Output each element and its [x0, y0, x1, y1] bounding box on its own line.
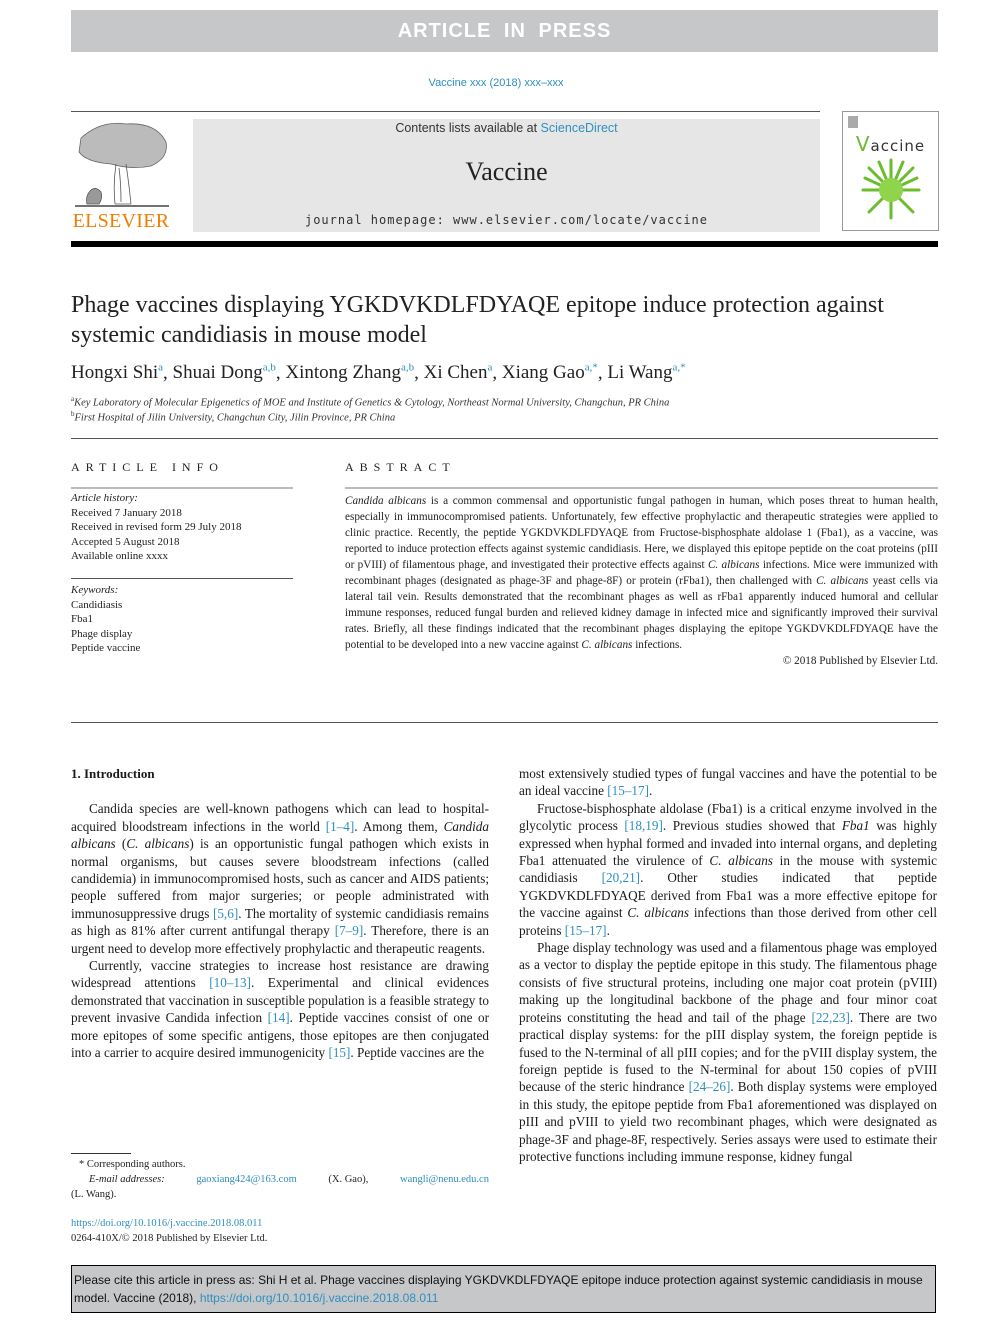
article-info-heading: ARTICLE INFO [71, 460, 224, 474]
citation-doi-link[interactable]: https://doi.org/10.1016/j.vaccine.2018.0… [200, 1291, 439, 1305]
reference-link[interactable]: [1–4] [326, 819, 355, 834]
article-in-press-banner: ARTICLE IN PRESS [71, 10, 938, 52]
reference-link[interactable]: [18,19] [624, 818, 662, 833]
banner-text: ARTICLE IN PRESS [397, 19, 612, 42]
keyword: Phage display [71, 627, 133, 640]
divider [71, 487, 293, 489]
history-label: Article history: [71, 492, 138, 504]
contents-prefix: Contents lists available at [395, 121, 541, 135]
paragraph: Candida species are well-known pathogens… [71, 801, 489, 956]
journal-name: Vaccine [465, 157, 548, 186]
reference-link[interactable]: [15–17] [607, 783, 649, 798]
citation-box: Please cite this article in press as: Sh… [71, 1265, 936, 1313]
masthead-rule [71, 241, 938, 247]
abstract-body: Candida albicans is a common commensal a… [345, 495, 939, 667]
journal-reference[interactable]: Vaccine xxx (2018) xxx–xxx [0, 77, 992, 89]
section-heading-introduction: 1. Introduction [71, 766, 155, 781]
author[interactable]: Xiang Gaoa,* [502, 362, 598, 383]
email-link[interactable]: wangli@nenu.edu.cn [400, 1172, 489, 1187]
reference-link[interactable]: [15–17] [565, 923, 607, 938]
paragraph: Phage display technology was used and a … [519, 940, 938, 1164]
elsevier-mini-logo-icon [848, 116, 858, 128]
divider [345, 487, 938, 489]
abstract-heading: ABSTRACT [345, 460, 456, 474]
sciencedirect-link[interactable]: ScienceDirect [541, 121, 618, 135]
contents-line: Contents lists available at ScienceDirec… [193, 121, 820, 135]
reference-link[interactable]: [20,21] [602, 870, 640, 885]
divider [71, 438, 938, 439]
author[interactable]: Xintong Zhanga,b [285, 362, 414, 383]
keywords: Keywords: Candidiasis Fba1 Phage display… [71, 583, 293, 656]
spiky-virus-icon [861, 158, 921, 220]
reference-link[interactable]: [24–26] [689, 1079, 731, 1094]
reference-link[interactable]: [22,23] [811, 1010, 849, 1025]
doi-block: https://doi.org/10.1016/j.vaccine.2018.0… [71, 1216, 489, 1246]
history-received: Received 7 January 2018 [71, 506, 182, 519]
reference-link[interactable]: [10–13] [209, 975, 251, 990]
author[interactable]: Shuai Donga,b [173, 362, 276, 383]
footnotes: * Corresponding authors. E-mail addresse… [71, 1159, 489, 1200]
article-title: Phage vaccines displaying YGKDVKDLFDYAQE… [71, 292, 884, 348]
intro-left-column: 1. Introduction Candida species are well… [71, 765, 489, 1062]
affiliation-a: aKey Laboratory of Molecular Epigenetics… [71, 395, 670, 409]
keywords-label: Keywords: [71, 584, 119, 596]
author-list: Hongxi Shia, Shuai Donga,b, Xintong Zhan… [71, 362, 686, 384]
divider [71, 578, 293, 579]
abstract-copyright: © 2018 Published by Elsevier Ltd. [782, 655, 938, 667]
keyword: Peptide vaccine [71, 642, 141, 654]
email-line: E-mail addresses: gaoxiang424@163.com (X… [89, 1172, 489, 1187]
paragraph: Fructose-bisphosphate aldolase (Fba1) is… [519, 800, 938, 938]
divider [71, 722, 938, 723]
intro-right-column: most extensively studied types of fungal… [519, 765, 937, 1165]
elsevier-wordmark: ELSEVIER [72, 210, 170, 232]
elsevier-tree-icon [75, 122, 169, 207]
journal-masthead: Contents lists available at ScienceDirec… [193, 119, 820, 232]
journal-homepage[interactable]: journal homepage: www.elsevier.com/locat… [193, 213, 820, 227]
author[interactable]: Li Wanga,* [607, 362, 685, 383]
keyword: Candidiasis [71, 598, 123, 611]
article-history: Article history: Received 7 January 2018… [71, 491, 293, 564]
history-revised: Received in revised form 29 July 2018 [71, 521, 242, 533]
reference-link[interactable]: [15] [328, 1045, 350, 1060]
corresponding-note: * Corresponding authors. [79, 1159, 186, 1170]
issn-line: 0264-410X/© 2018 Published by Elsevier L… [71, 1233, 268, 1244]
journal-cover-thumbnail[interactable]: Vaccine [842, 111, 939, 231]
paragraph: Currently, vaccine strategies to increas… [71, 958, 489, 1061]
history-online: Available online xxxx [71, 550, 168, 562]
reference-link[interactable]: [7–9] [335, 923, 364, 938]
doi-link[interactable]: https://doi.org/10.1016/j.vaccine.2018.0… [71, 1218, 262, 1229]
email-link[interactable]: gaoxiang424@163.com [196, 1172, 296, 1187]
reference-link[interactable]: [5,6] [213, 906, 238, 921]
paragraph: most extensively studied types of fungal… [519, 766, 937, 799]
reference-link[interactable]: [14] [268, 1010, 290, 1025]
affiliation-b: bFirst Hospital of Jilin University, Cha… [71, 410, 396, 424]
cover-title: Vaccine [855, 132, 926, 156]
author[interactable]: Hongxi Shia [71, 362, 163, 383]
keyword: Fba1 [71, 613, 93, 625]
header-rule [71, 111, 820, 112]
elsevier-logo[interactable]: ELSEVIER [71, 118, 171, 233]
author[interactable]: Xi Chena [424, 362, 493, 383]
history-accepted: Accepted 5 August 2018 [71, 535, 180, 548]
footnote-rule [71, 1153, 131, 1154]
